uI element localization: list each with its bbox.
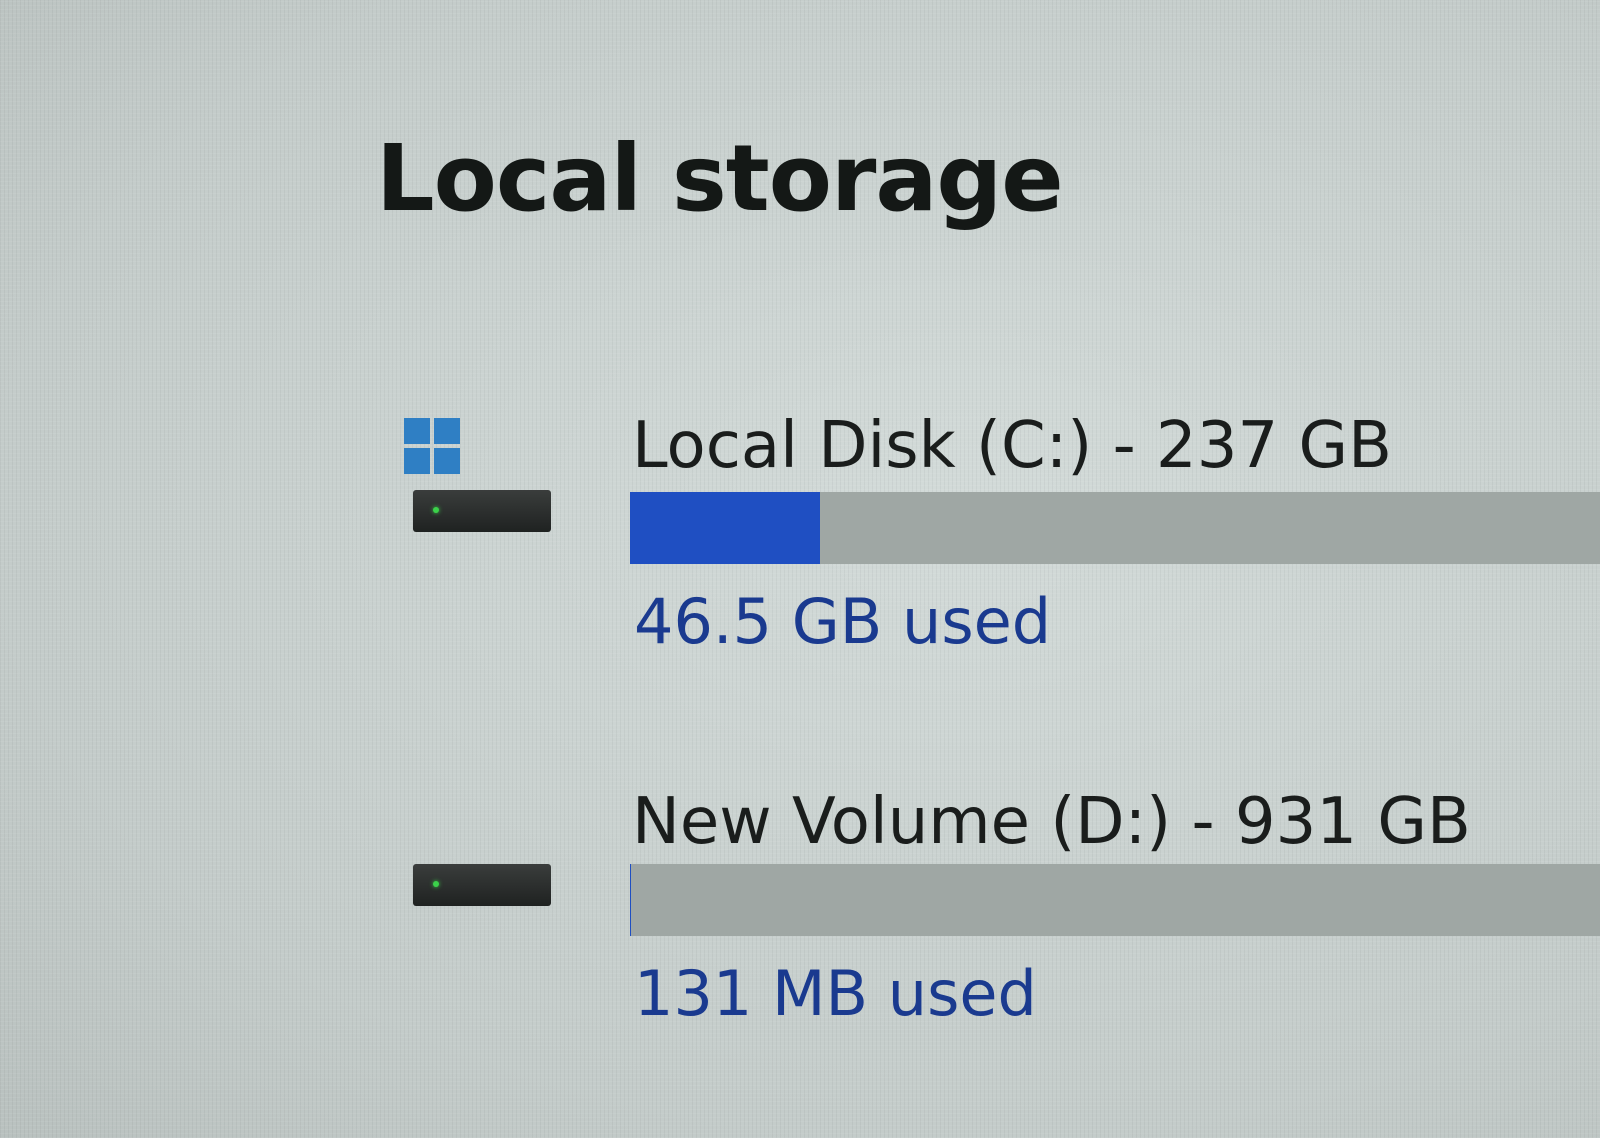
page-title: Local storage bbox=[376, 125, 1064, 232]
storage-usage-fill bbox=[630, 492, 821, 564]
used-space-label: 46.5 GB used bbox=[634, 585, 1052, 658]
hard-drive-icon bbox=[413, 864, 551, 906]
storage-usage-bar bbox=[630, 864, 1600, 936]
windows-logo-icon bbox=[404, 418, 460, 474]
used-space-label: 131 MB used bbox=[634, 957, 1037, 1030]
drive-led bbox=[433, 881, 439, 887]
drive-led bbox=[433, 507, 439, 513]
hard-drive-icon bbox=[413, 490, 551, 532]
storage-usage-bar bbox=[630, 492, 1600, 564]
drive-name: New Volume (D:) - 931 GB bbox=[632, 785, 1471, 859]
drive-name: Local Disk (C:) - 237 GB bbox=[632, 409, 1392, 483]
